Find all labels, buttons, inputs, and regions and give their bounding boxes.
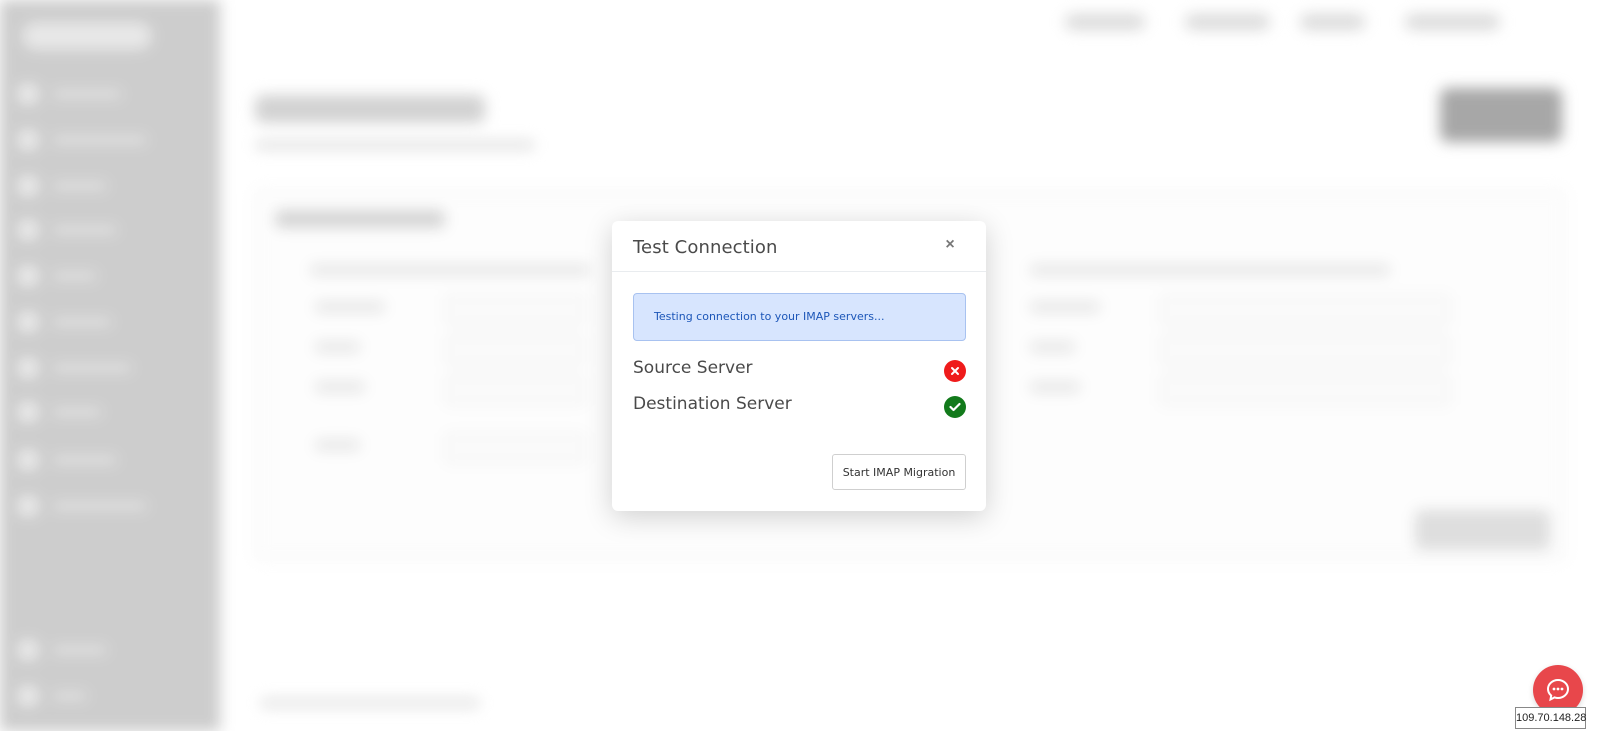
test-connection-modal: Test Connection × Testing connection to … (612, 221, 986, 511)
start-imap-migration-button[interactable]: Start IMAP Migration (832, 454, 966, 490)
source-server-row: Source Server (633, 358, 966, 382)
info-alert: Testing connection to your IMAP servers.… (633, 293, 966, 341)
destination-server-row: Destination Server (633, 394, 966, 418)
chat-bubble-icon (1546, 678, 1570, 702)
ip-address-label: 109.70.148.28 (1515, 707, 1586, 729)
x-icon (944, 360, 966, 382)
destination-server-label: Destination Server (633, 394, 792, 414)
source-server-label: Source Server (633, 358, 753, 378)
modal-header: Test Connection × (612, 221, 986, 272)
close-icon[interactable]: × (940, 235, 960, 255)
check-icon (944, 396, 966, 418)
modal-title: Test Connection (633, 237, 778, 258)
